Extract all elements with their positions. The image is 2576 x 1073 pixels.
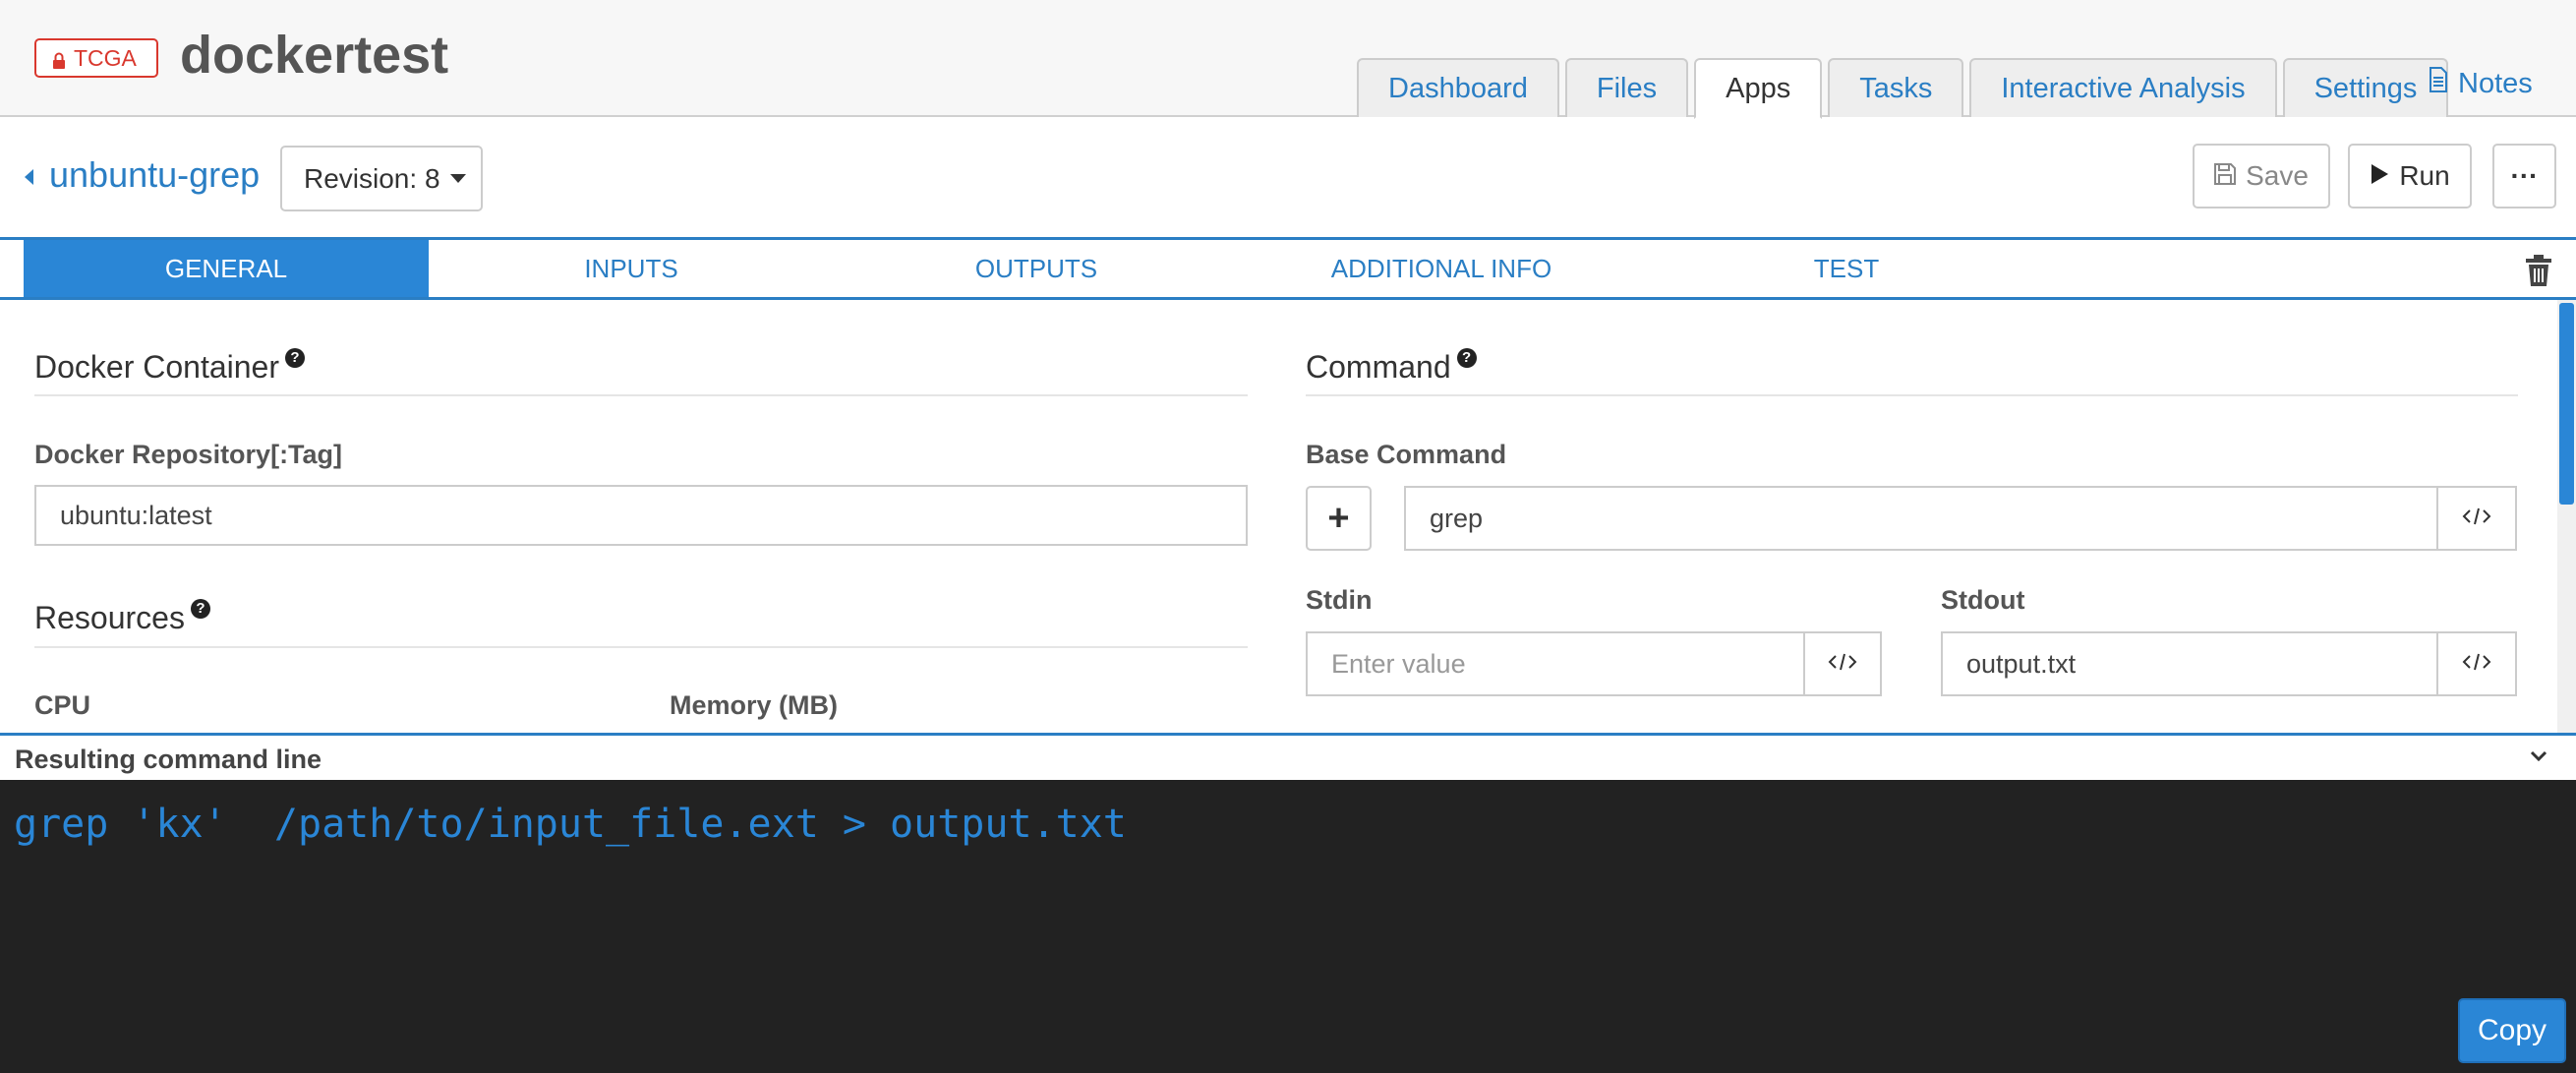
revision-label: Revision: 8 — [304, 162, 440, 194]
stdin-label: Stdin — [1306, 585, 1373, 615]
docker-repo-input[interactable]: ubuntu:latest — [34, 485, 1248, 546]
project-title: dockertest — [180, 26, 449, 85]
subtab-general[interactable]: GENERAL — [24, 240, 429, 297]
top-header: TCGA dockertest Dashboard Files Apps Tas… — [0, 0, 2576, 119]
code-icon — [2461, 651, 2492, 678]
divider — [34, 646, 1248, 648]
memory-label: Memory (MB) — [670, 690, 839, 720]
more-options-button[interactable]: ··· — [2492, 144, 2556, 209]
subtab-additional-info[interactable]: ADDITIONAL INFO — [1239, 240, 1644, 297]
stdin-input[interactable]: Enter value — [1306, 631, 1805, 696]
subtab-test[interactable]: TEST — [1644, 240, 2049, 297]
lock-icon — [52, 49, 66, 69]
command-line-text: grep 'kx' /path/to/input_file.ext > outp… — [14, 802, 1127, 847]
document-icon — [2429, 67, 2448, 100]
divider — [34, 394, 1248, 396]
docker-repo-label: Docker Repository[:Tag] — [34, 440, 343, 469]
save-button[interactable]: Save — [2193, 144, 2330, 209]
run-button[interactable]: Run — [2348, 144, 2472, 209]
revision-dropdown[interactable]: Revision: 8 — [280, 146, 483, 211]
tab-files[interactable]: Files — [1564, 58, 1689, 117]
tab-dashboard[interactable]: Dashboard — [1357, 58, 1559, 117]
resources-heading: Resources ? — [34, 598, 210, 636]
app-name-link[interactable]: unbuntu-grep — [49, 154, 260, 196]
project-tabs: Dashboard Files Apps Tasks Interactive A… — [1357, 58, 2454, 119]
code-icon — [1827, 651, 1858, 678]
stdout-label: Stdout — [1941, 585, 2025, 615]
command-line-header[interactable]: Resulting command line — [0, 733, 2576, 780]
question-icon[interactable]: ? — [190, 598, 210, 619]
copy-button[interactable]: Copy — [2458, 998, 2566, 1063]
add-base-command-button[interactable]: + — [1306, 486, 1372, 551]
stdin-expression-button[interactable] — [1803, 631, 1882, 696]
save-label: Save — [2246, 160, 2309, 191]
base-command-input[interactable]: grep — [1404, 486, 2438, 551]
tab-tasks[interactable]: Tasks — [1828, 58, 1964, 117]
docker-container-heading: Docker Container ? — [34, 347, 305, 386]
command-line-terminal: grep 'kx' /path/to/input_file.ext > outp… — [0, 780, 2576, 1073]
chevron-down-icon[interactable] — [2530, 747, 2547, 765]
tab-settings[interactable]: Settings — [2282, 58, 2449, 117]
project-badge: TCGA — [34, 38, 158, 78]
subtab-inputs[interactable]: INPUTS — [429, 240, 834, 297]
resources-title: Resources — [34, 600, 185, 635]
subtab-outputs[interactable]: OUTPUTS — [834, 240, 1239, 297]
floppy-disk-icon — [2214, 160, 2237, 192]
command-heading: Command ? — [1306, 347, 1477, 386]
scrollbar-thumb[interactable] — [2559, 303, 2574, 505]
question-icon[interactable]: ? — [1456, 347, 1477, 368]
divider — [1306, 394, 2518, 396]
app-editor-tabs: GENERAL INPUTS OUTPUTS ADDITIONAL INFO T… — [0, 237, 2576, 300]
stdout-input[interactable]: output.txt — [1941, 631, 2438, 696]
question-icon[interactable]: ? — [285, 347, 305, 368]
play-icon — [2370, 160, 2389, 192]
back-caret-icon[interactable] — [25, 169, 33, 185]
tab-apps[interactable]: Apps — [1694, 58, 1823, 119]
command-title: Command — [1306, 349, 1451, 385]
docker-container-title: Docker Container — [34, 349, 279, 385]
trash-icon[interactable] — [2522, 254, 2555, 287]
tab-interactive-analysis[interactable]: Interactive Analysis — [1969, 58, 2277, 117]
run-label: Run — [2399, 160, 2450, 191]
caret-down-icon — [449, 174, 466, 183]
notes-link[interactable]: Notes — [2429, 67, 2533, 100]
base-command-label: Base Command — [1306, 440, 1507, 469]
stdout-expression-button[interactable] — [2436, 631, 2517, 696]
badge-label: TCGA — [74, 44, 137, 71]
cpu-label: CPU — [34, 690, 91, 720]
command-line-title: Resulting command line — [15, 745, 322, 774]
code-icon — [2461, 506, 2492, 532]
expression-button[interactable] — [2436, 486, 2517, 551]
general-content: Docker Container ? Docker Repository[:Ta… — [0, 300, 2576, 733]
notes-label: Notes — [2458, 67, 2533, 99]
